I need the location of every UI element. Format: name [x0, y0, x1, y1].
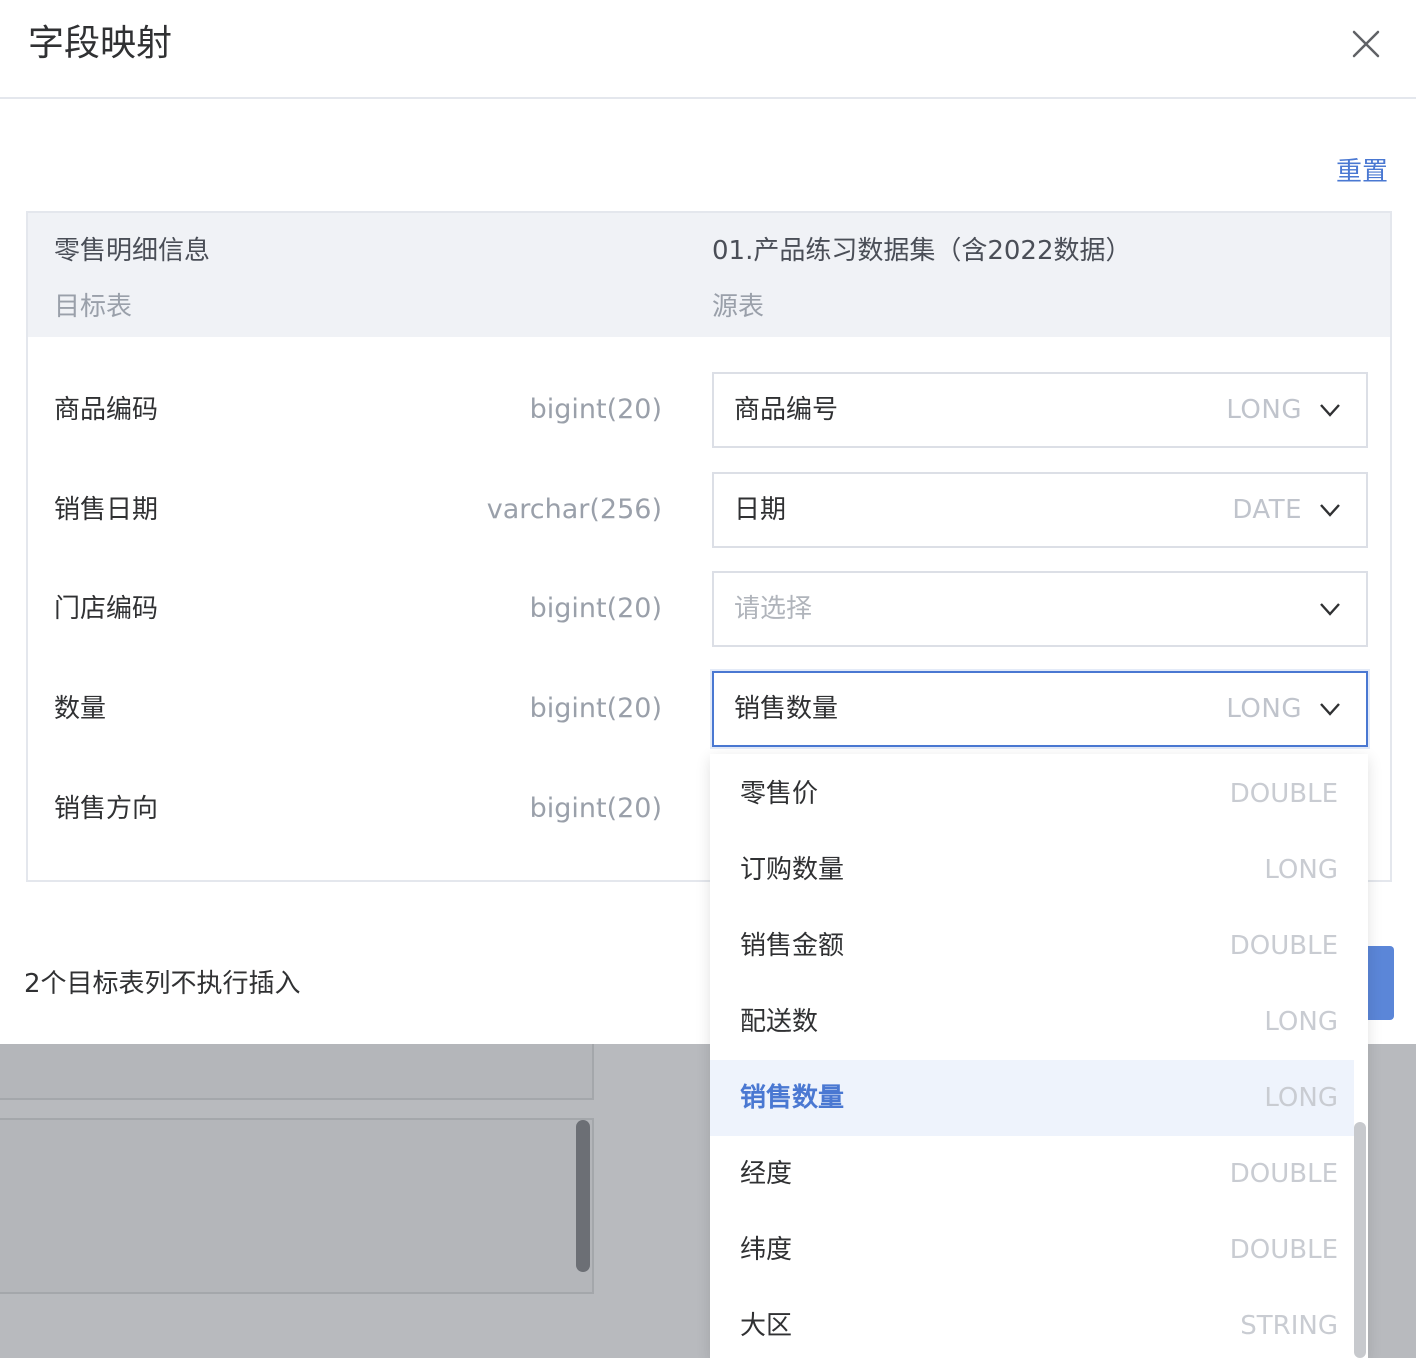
option-label: 经度	[740, 1159, 793, 1189]
source-table-name: 01.产品练习数据集（含2022数据）	[712, 236, 1132, 266]
background-panel	[0, 1040, 594, 1100]
source-table-caption: 源表	[712, 292, 765, 322]
dropdown-option[interactable]: 配送数 LONG	[710, 984, 1354, 1060]
option-type: STRING	[1240, 1311, 1338, 1341]
target-field-type: varchar(256)	[486, 494, 662, 525]
option-type: DOUBLE	[1229, 1159, 1338, 1189]
option-label: 零售价	[740, 779, 819, 809]
mapping-table-header: 零售明细信息 目标表 01.产品练习数据集（含2022数据） 源表	[28, 213, 1390, 337]
dropdown-scrollbar[interactable]	[1354, 1122, 1366, 1358]
chevron-down-icon	[1318, 699, 1342, 719]
chevron-down-icon	[1318, 500, 1342, 520]
source-table-header: 01.产品练习数据集（含2022数据） 源表	[712, 231, 1132, 327]
source-field-value: 日期	[734, 495, 787, 525]
option-label: 配送数	[740, 1007, 819, 1037]
target-field-name: 商品编码	[54, 395, 159, 425]
source-field-value: 销售数量	[734, 694, 839, 724]
source-field-select[interactable]: 商品编号 LONG	[712, 372, 1368, 448]
mapping-row: 数量 bigint(20) 销售数量 LONG	[28, 671, 1390, 747]
option-label: 销售金额	[740, 931, 845, 961]
mapping-row: 门店编码 bigint(20) 请选择	[28, 571, 1390, 647]
chevron-down-icon	[1318, 400, 1342, 420]
option-type: LONG	[1264, 855, 1338, 885]
target-field-name: 门店编码	[54, 594, 159, 624]
target-table-caption: 目标表	[54, 292, 133, 322]
source-field-value: 商品编号	[734, 395, 839, 425]
source-field-placeholder: 请选择	[734, 594, 813, 624]
option-label: 订购数量	[740, 855, 845, 885]
target-field-type: bigint(20)	[529, 693, 662, 724]
option-type: LONG	[1264, 1007, 1338, 1037]
option-label: 大区	[740, 1311, 793, 1341]
source-field-select[interactable]: 销售数量 LONG	[712, 671, 1368, 747]
target-field-name: 数量	[54, 694, 107, 724]
unmapped-columns-note: 2个目标表列不执行插入	[24, 969, 301, 999]
target-table-name: 零售明细信息	[54, 236, 211, 266]
source-field-type: LONG	[1226, 694, 1302, 724]
target-field-type: bigint(20)	[529, 394, 662, 425]
reset-link[interactable]: 重置	[1336, 152, 1388, 192]
mapping-row: 商品编码 bigint(20) 商品编号 LONG	[28, 372, 1390, 448]
dialog-header: 字段映射	[0, 0, 1416, 99]
option-label: 纬度	[740, 1235, 793, 1265]
chevron-down-icon	[1318, 599, 1342, 619]
dropdown-option[interactable]: 经度 DOUBLE	[710, 1136, 1354, 1212]
option-type: LONG	[1264, 1083, 1338, 1113]
target-field-type: bigint(20)	[529, 793, 662, 824]
target-table-header: 零售明细信息 目标表	[54, 231, 210, 327]
dropdown-option-selected[interactable]: 销售数量 LONG	[710, 1060, 1354, 1136]
option-type: DOUBLE	[1229, 779, 1338, 809]
dropdown-option[interactable]: 零售价 DOUBLE	[710, 756, 1354, 832]
dropdown-option[interactable]: 订购数量 LONG	[710, 832, 1354, 908]
target-field-type: bigint(20)	[529, 593, 662, 624]
background-scrollbar	[576, 1120, 590, 1272]
source-field-select[interactable]: 日期 DATE	[712, 472, 1368, 548]
dropdown-option[interactable]: 纬度 DOUBLE	[710, 1212, 1354, 1288]
dialog-title: 字段映射	[28, 23, 173, 64]
dropdown-option[interactable]: 大区 STRING	[710, 1288, 1354, 1358]
source-field-type: LONG	[1226, 395, 1302, 425]
source-field-dropdown: 零售价 DOUBLE 订购数量 LONG 销售金额 DOUBLE 配送数 LON…	[710, 754, 1368, 1358]
background-panel	[0, 1118, 594, 1294]
source-field-type: DATE	[1232, 495, 1302, 525]
dropdown-option[interactable]: 销售金额 DOUBLE	[710, 908, 1354, 984]
option-type: DOUBLE	[1229, 931, 1338, 961]
target-field-name: 销售日期	[54, 495, 159, 525]
target-field-name: 销售方向	[54, 794, 159, 824]
mapping-row: 销售日期 varchar(256) 日期 DATE	[28, 472, 1390, 548]
close-icon[interactable]	[1342, 20, 1390, 68]
option-type: DOUBLE	[1229, 1235, 1338, 1265]
source-field-select[interactable]: 请选择	[712, 571, 1368, 647]
option-label: 销售数量	[740, 1083, 845, 1113]
